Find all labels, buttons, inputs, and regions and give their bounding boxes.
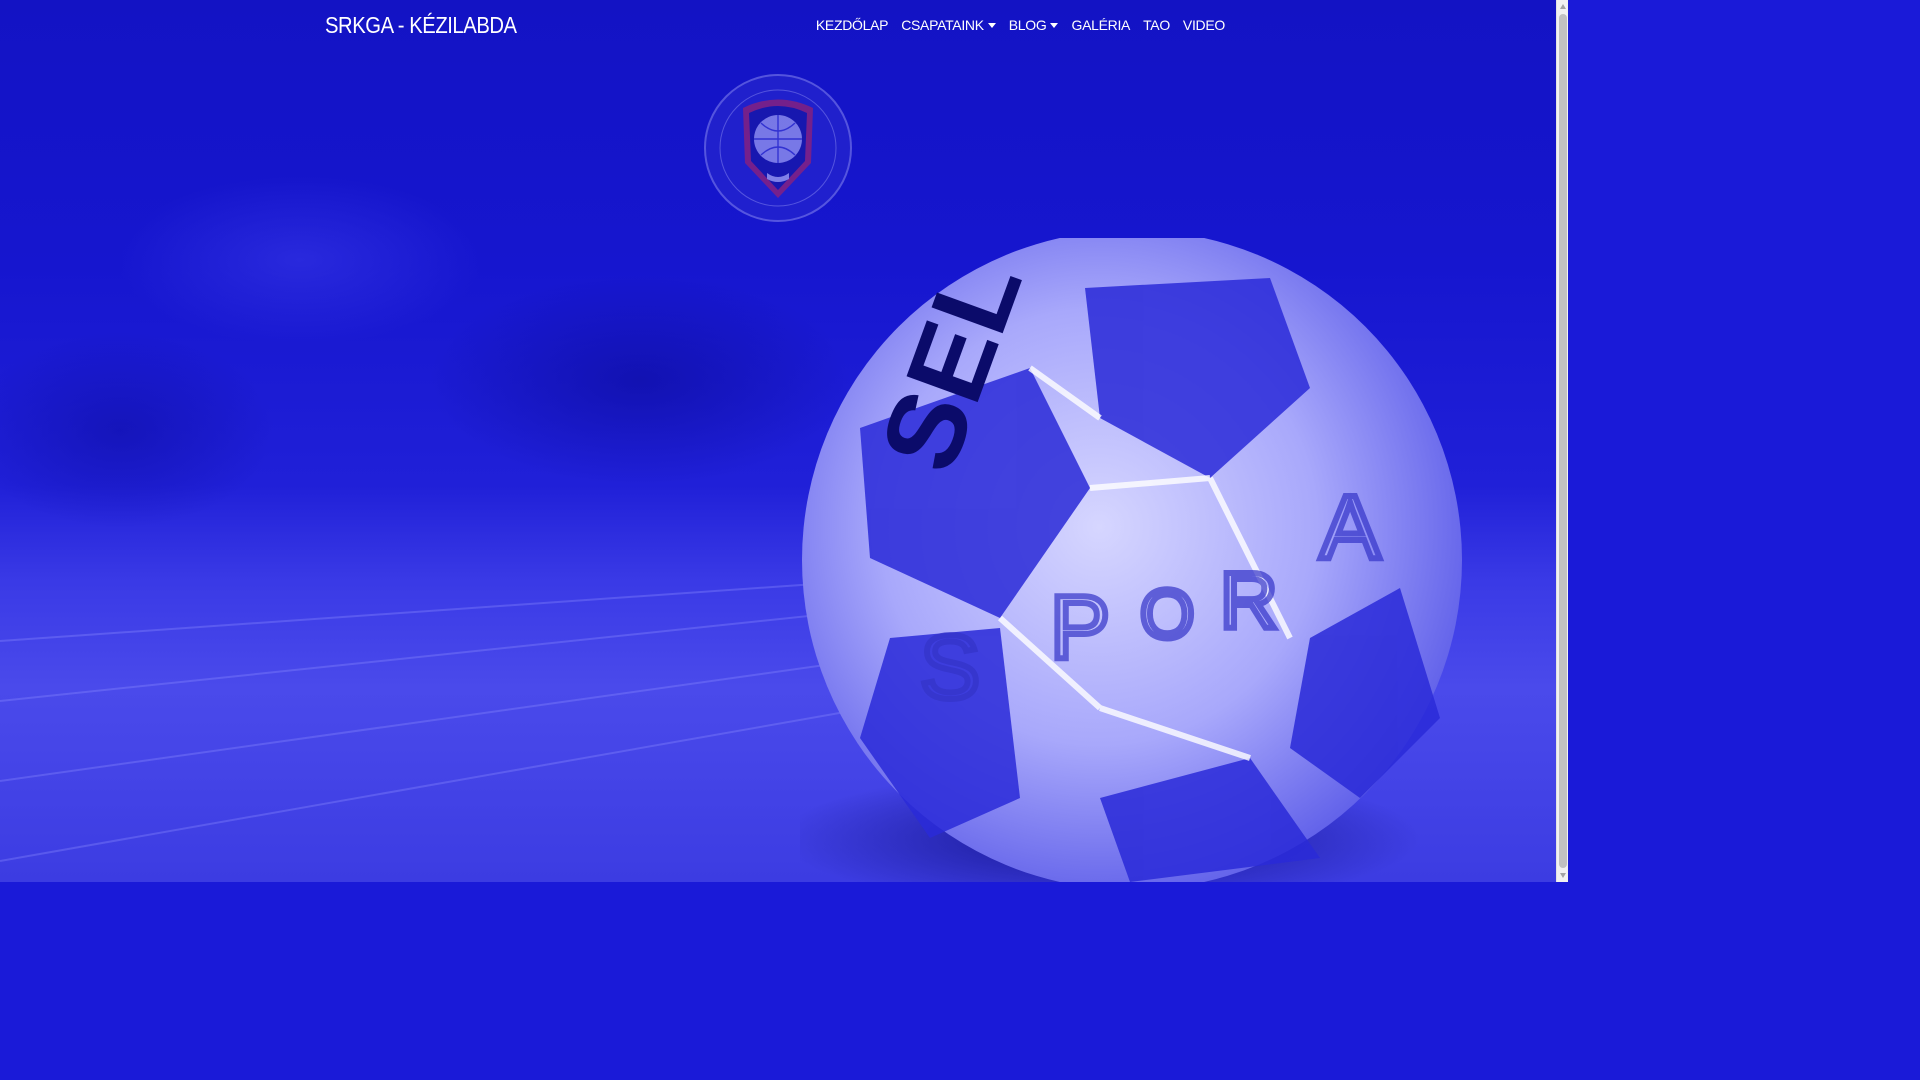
nav-item-csapataink: CSAPATAINK	[901, 17, 996, 33]
chevron-down-icon	[987, 22, 996, 28]
nav-item-galeria: GALÉRIA	[1071, 17, 1130, 33]
nav-link-label: KEZDŐLAP	[815, 17, 889, 33]
nav-link-kezdolap[interactable]: KEZDŐLAP	[815, 17, 889, 33]
nav-menu: KEZDŐLAP CSAPATAINK BLOG GALÉRIA TAO VID…	[816, 17, 1225, 33]
scrollbar-thumb[interactable]	[1559, 14, 1567, 868]
handball-image: SEL S P O R A	[800, 238, 1462, 882]
nav-link-csapataink[interactable]: CSAPATAINK	[901, 17, 996, 33]
chevron-down-icon	[1050, 22, 1059, 28]
nav-link-label: BLOG	[1008, 17, 1047, 33]
svg-text:R: R	[1220, 556, 1278, 645]
svg-text:P: P	[1050, 578, 1110, 678]
brand-link[interactable]: SRKGA - KÉZILABDA	[325, 12, 517, 39]
nav-link-tao[interactable]: TAO	[1143, 17, 1170, 33]
svg-text:O: O	[1140, 575, 1194, 653]
top-navbar: SRKGA - KÉZILABDA KEZDŐLAP CSAPATAINK BL…	[0, 0, 1556, 54]
club-crest-logo	[704, 74, 852, 222]
nav-item-kezdolap: KEZDŐLAP	[815, 17, 889, 33]
nav-item-video: VIDEO	[1183, 17, 1225, 33]
nav-link-galeria[interactable]: GALÉRIA	[1071, 17, 1130, 33]
nav-item-blog: BLOG	[1009, 17, 1059, 33]
vertical-scrollbar[interactable]	[1556, 0, 1568, 882]
nav-link-blog[interactable]: BLOG	[1009, 17, 1059, 33]
hero-background: SEL S P O R A	[0, 0, 1556, 882]
nav-link-label: VIDEO	[1182, 17, 1225, 33]
scroll-down-icon[interactable]	[1560, 873, 1566, 878]
nav-link-label: GALÉRIA	[1071, 17, 1131, 33]
nav-item-tao: TAO	[1143, 17, 1170, 33]
svg-text:S: S	[920, 618, 980, 718]
nav-link-label: TAO	[1143, 17, 1170, 33]
scroll-up-icon[interactable]	[1560, 4, 1566, 9]
nav-link-video[interactable]: VIDEO	[1183, 17, 1225, 33]
svg-text:A: A	[1320, 478, 1380, 578]
nav-link-label: CSAPATAINK	[901, 17, 984, 33]
